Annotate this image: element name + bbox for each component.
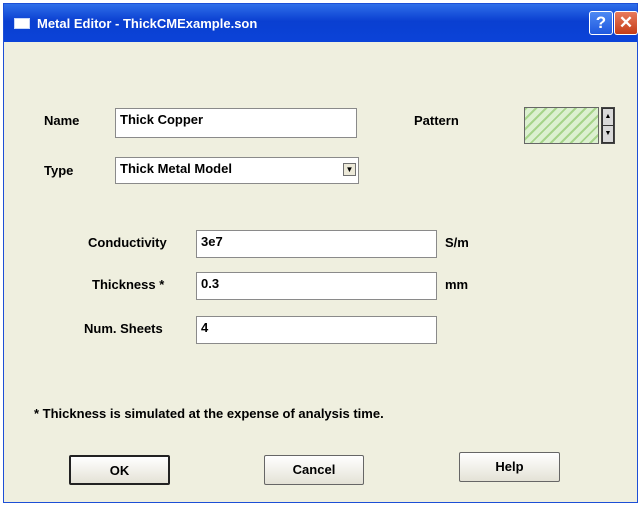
spin-down-icon[interactable]: ▼ xyxy=(603,126,613,142)
title-bar[interactable]: Metal Editor - ThickCMExample.son ? ✕ xyxy=(4,4,638,42)
name-label: Name xyxy=(44,113,80,128)
window-title: Metal Editor - ThickCMExample.son xyxy=(37,16,258,31)
spin-up-icon[interactable]: ▲ xyxy=(603,109,613,125)
metal-editor-dialog: Metal Editor - ThickCMExample.son ? ✕ Na… xyxy=(3,3,638,503)
thickness-unit: mm xyxy=(445,277,469,292)
conductivity-label: Conductivity xyxy=(88,235,167,250)
thickness-label: Thickness * xyxy=(92,277,165,292)
num-sheets-label: Num. Sheets xyxy=(84,321,163,336)
help-button[interactable]: Help xyxy=(459,452,560,482)
ok-button[interactable]: OK xyxy=(69,455,170,485)
help-title-button[interactable]: ? xyxy=(589,11,613,35)
thickness-input[interactable]: 0.3 xyxy=(196,272,437,300)
name-input[interactable]: Thick Copper xyxy=(115,108,357,138)
cancel-button[interactable]: Cancel xyxy=(264,455,364,485)
conductivity-input[interactable]: 3e7 xyxy=(196,230,437,258)
chevron-down-icon[interactable]: ▼ xyxy=(343,163,356,176)
close-button[interactable]: ✕ xyxy=(614,11,638,35)
pattern-swatch[interactable] xyxy=(524,107,599,144)
pattern-spinner[interactable]: ▲ ▼ xyxy=(601,107,615,144)
thickness-note: * Thickness is simulated at the expense … xyxy=(34,406,384,421)
type-label: Type xyxy=(44,163,74,178)
conductivity-unit: S/m xyxy=(445,235,469,250)
num-sheets-input[interactable]: 4 xyxy=(196,316,437,344)
window-icon xyxy=(14,18,30,29)
type-select[interactable]: Thick Metal Model ▼ xyxy=(115,157,359,184)
type-select-value: Thick Metal Model xyxy=(120,161,232,176)
pattern-label: Pattern xyxy=(414,113,459,128)
